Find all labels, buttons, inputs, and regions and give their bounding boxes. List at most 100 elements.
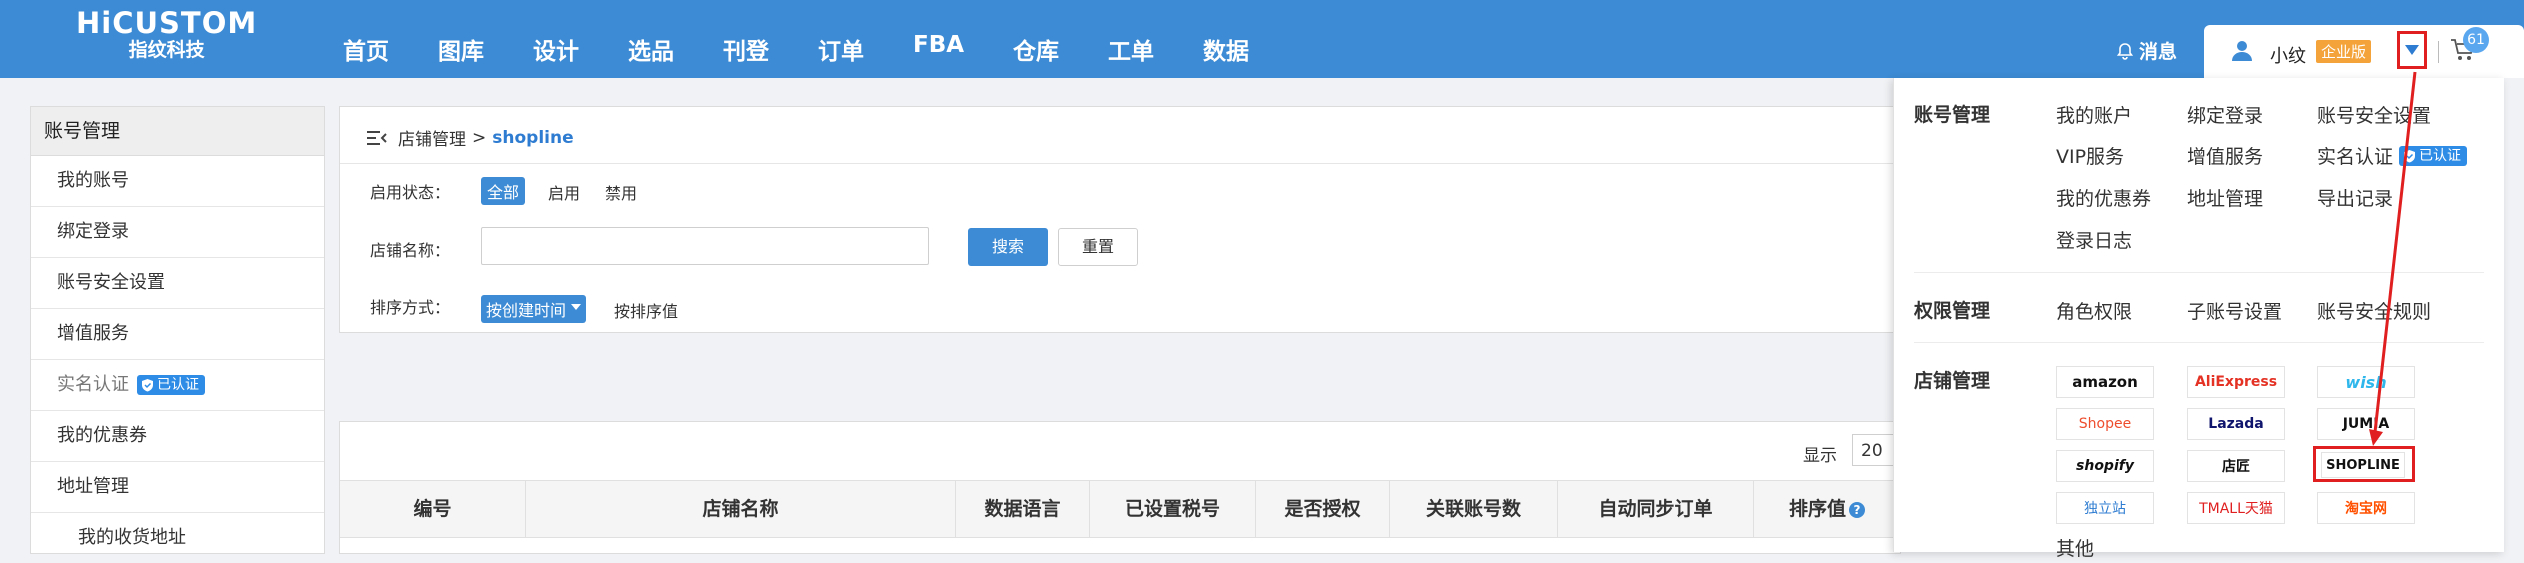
- divider: [1914, 272, 2484, 273]
- page-size-label: 显示: [1803, 446, 1837, 466]
- username: 小纹: [2270, 46, 2306, 67]
- divider: [340, 163, 1900, 164]
- store-logo-amazon[interactable]: amazon: [2056, 366, 2154, 398]
- menu-link-address[interactable]: 地址管理: [2187, 184, 2263, 211]
- breadcrumb-parent[interactable]: 店铺管理: [398, 125, 466, 150]
- sort-select[interactable]: 按创建时间: [481, 295, 587, 323]
- nav-item-orders[interactable]: 订单: [818, 32, 864, 66]
- store-name-input[interactable]: [481, 227, 929, 265]
- breadcrumb-separator: >: [472, 127, 487, 148]
- store-logo-dianjiang[interactable]: 店匠: [2187, 450, 2285, 482]
- edition-badge: 企业版: [2316, 40, 2372, 63]
- menu-section-permissions: 权限管理: [1914, 300, 1991, 322]
- nav-item-gallery[interactable]: 图库: [438, 32, 484, 66]
- shield-check-icon: [142, 379, 153, 392]
- nav-item-warehouse[interactable]: 仓库: [1013, 32, 1059, 66]
- sidebar-item-verification[interactable]: 实名认证 已认证: [31, 360, 324, 411]
- user-dropdown-menu: 账号管理 我的账户 绑定登录 账号安全设置 VIP服务 增值服务 实名认证 已认…: [1893, 78, 2504, 560]
- menu-link-login-log[interactable]: 登录日志: [2056, 226, 2132, 253]
- menu-link-security[interactable]: 账号安全设置: [2317, 101, 2431, 128]
- menu-link-other[interactable]: 其他: [2056, 534, 2094, 561]
- search-button[interactable]: 搜索: [968, 228, 1048, 266]
- store-logo-tmall[interactable]: TMALL天猫: [2187, 492, 2285, 524]
- sidebar-item-value-services[interactable]: 增值服务: [31, 309, 324, 360]
- menu-link-value-services[interactable]: 增值服务: [2187, 142, 2263, 169]
- sidebar-item-address[interactable]: 地址管理: [31, 462, 324, 513]
- status-option-disabled[interactable]: 禁用: [605, 180, 637, 204]
- sidebar-item-security[interactable]: 账号安全设置: [31, 258, 324, 309]
- divider: [1914, 342, 2484, 343]
- filter-panel: 店铺管理 > shopline 启用状态： 全部 启用 禁用 店铺名称： 搜索 …: [339, 106, 1901, 333]
- sort-option-sort-value[interactable]: 按排序值: [614, 298, 678, 322]
- menu-link-verification[interactable]: 实名认证 已认证: [2317, 142, 2468, 169]
- sidebar-item-coupons[interactable]: 我的优惠券: [31, 411, 324, 462]
- menu-link-bind-login[interactable]: 绑定登录: [2187, 101, 2263, 128]
- menu-section-stores: 店铺管理: [1914, 370, 1991, 392]
- column-header-authorized: 是否授权: [1256, 481, 1390, 537]
- nav-item-listing[interactable]: 刊登: [723, 32, 769, 66]
- menu-link-my-account[interactable]: 我的账户: [2056, 101, 2132, 128]
- nav-item-design[interactable]: 设计: [533, 32, 579, 66]
- store-logo-independent[interactable]: 独立站: [2056, 492, 2154, 524]
- main-nav: 首页 图库 设计 选品 刊登 订单 FBA 仓库 工单 数据: [343, 32, 1298, 66]
- column-header-sort-value-label: 排序值: [1788, 498, 1846, 520]
- store-logo-taobao[interactable]: 淘宝网: [2317, 492, 2415, 524]
- messages-link[interactable]: 消息: [2116, 37, 2177, 64]
- column-header-data-language: 数据语言: [956, 481, 1090, 537]
- cart-count-badge: 61: [2463, 27, 2489, 53]
- user-dropdown-button[interactable]: [2397, 31, 2427, 69]
- brand-tagline: 指纹科技: [128, 39, 205, 61]
- nav-item-data[interactable]: 数据: [1203, 32, 1249, 66]
- menu-section-account: 账号管理: [1914, 104, 1991, 126]
- breadcrumb-current: shopline: [492, 127, 574, 148]
- status-option-all[interactable]: 全部: [481, 177, 526, 205]
- store-logo-shopee[interactable]: Shopee: [2056, 408, 2154, 440]
- table-panel: 显示 20 编号 店铺名称 数据语言 已设置税号 是否授权 关联账号数 自动同步…: [339, 421, 1912, 554]
- help-icon[interactable]: ?: [1849, 501, 1865, 518]
- status-option-enabled[interactable]: 启用: [548, 180, 580, 204]
- verified-badge: 已认证: [137, 375, 205, 395]
- sidebar-title: 账号管理: [31, 107, 324, 156]
- nav-item-products[interactable]: 选品: [628, 32, 674, 66]
- user-menu[interactable]: 小纹 企业版 61: [2204, 25, 2524, 78]
- table-header: 编号 店铺名称 数据语言 已设置税号 是否授权 关联账号数 自动同步订单 排序值…: [340, 480, 1900, 538]
- brand-logo[interactable]: HiCUSTOM 指纹科技: [76, 8, 257, 61]
- menu-link-vip[interactable]: VIP服务: [2056, 142, 2124, 169]
- store-logo-jumia[interactable]: JUMIA: [2317, 408, 2415, 440]
- chevron-down-icon: [571, 304, 582, 310]
- nav-item-tickets[interactable]: 工单: [1108, 32, 1154, 66]
- menu-collapse-icon[interactable]: [366, 129, 388, 147]
- verified-badge: 已认证: [2399, 145, 2468, 166]
- store-logo-shopline[interactable]: SHOPLINE: [2321, 452, 2405, 478]
- sidebar-item-bind-login[interactable]: 绑定登录: [31, 207, 324, 258]
- column-header-tax-id: 已设置税号: [1090, 481, 1256, 537]
- store-logo-wish[interactable]: wish: [2317, 366, 2415, 398]
- menu-link-security-rules[interactable]: 账号安全规则: [2317, 297, 2431, 324]
- brand-name: HiCUSTOM: [76, 6, 258, 40]
- shield-check-icon: [2404, 149, 2416, 162]
- menu-link-verification-label: 实名认证: [2317, 146, 2394, 168]
- sidebar-item-my-account[interactable]: 我的账号: [31, 156, 324, 207]
- verified-badge-label: 已认证: [2419, 147, 2462, 164]
- divider: [2438, 41, 2439, 63]
- menu-link-coupons[interactable]: 我的优惠券: [2056, 184, 2151, 211]
- top-navbar: HiCUSTOM 指纹科技 首页 图库 设计 选品 刊登 订单 FBA 仓库 工…: [0, 0, 2524, 78]
- column-header-store-name: 店铺名称: [526, 481, 956, 537]
- menu-link-roles[interactable]: 角色权限: [2056, 297, 2132, 324]
- menu-link-sub-accounts[interactable]: 子账号设置: [2187, 297, 2282, 324]
- bell-icon: [2116, 42, 2134, 60]
- verified-badge-label: 已认证: [157, 377, 199, 393]
- column-header-linked-accounts: 关联账号数: [1390, 481, 1558, 537]
- store-logo-aliexpress[interactable]: AliExpress: [2187, 366, 2285, 398]
- reset-button[interactable]: 重置: [1058, 228, 1138, 266]
- store-logo-shopify[interactable]: shopify: [2056, 450, 2154, 482]
- user-icon: [2232, 41, 2252, 61]
- column-header-id: 编号: [340, 481, 526, 537]
- nav-item-home[interactable]: 首页: [343, 32, 389, 66]
- nav-item-fba[interactable]: FBA: [913, 32, 964, 66]
- column-header-auto-sync: 自动同步订单: [1558, 481, 1754, 537]
- sort-selected: 按创建时间: [486, 301, 567, 320]
- sidebar-item-shipping-address[interactable]: 我的收货地址: [31, 513, 324, 563]
- menu-link-export-records[interactable]: 导出记录: [2317, 184, 2393, 211]
- store-logo-lazada[interactable]: Lazada: [2187, 408, 2285, 440]
